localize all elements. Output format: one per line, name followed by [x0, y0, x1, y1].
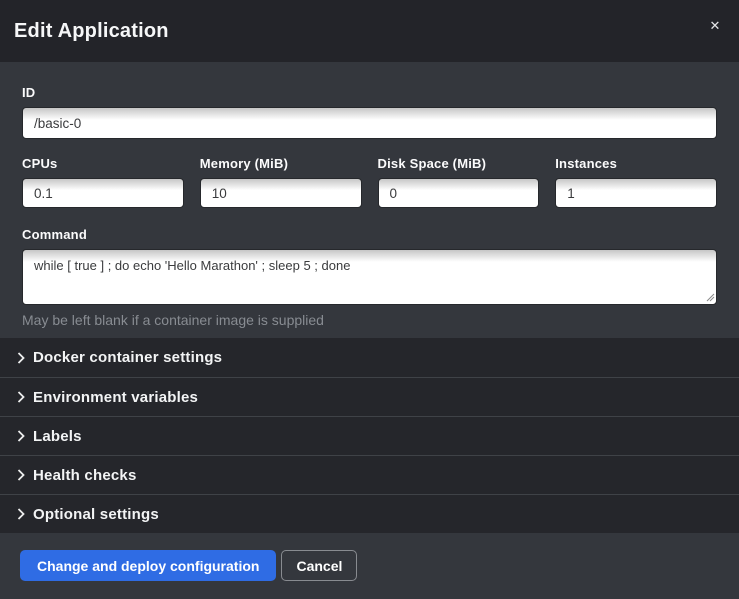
- command-textarea[interactable]: while [ true ] ; do echo 'Hello Marathon…: [22, 249, 717, 305]
- chevron-right-icon: [17, 508, 25, 520]
- id-field-group: ID: [22, 85, 717, 139]
- section-label: Health checks: [33, 467, 136, 484]
- modal-title: Edit Application: [14, 20, 169, 43]
- command-helper-text: May be left blank if a container image i…: [22, 312, 717, 328]
- section-label: Docker container settings: [33, 349, 222, 366]
- instances-field-group: Instances: [555, 156, 717, 208]
- change-and-deploy-button[interactable]: Change and deploy configuration: [20, 550, 276, 581]
- modal-header: Edit Application ✕: [0, 0, 739, 62]
- resources-row: CPUs Memory (MiB) Disk Space (MiB) Insta…: [22, 156, 717, 208]
- disk-input[interactable]: [378, 178, 540, 208]
- cancel-button[interactable]: Cancel: [281, 550, 357, 581]
- chevron-right-icon: [17, 391, 25, 403]
- id-label: ID: [22, 85, 717, 100]
- memory-field-group: Memory (MiB): [200, 156, 362, 208]
- cpus-input[interactable]: [22, 178, 184, 208]
- section-docker-container-settings[interactable]: Docker container settings: [0, 338, 739, 377]
- cpus-label: CPUs: [22, 156, 184, 171]
- modal-footer: Change and deploy configuration Cancel: [0, 533, 739, 599]
- instances-label: Instances: [555, 156, 717, 171]
- close-icon[interactable]: ✕: [704, 14, 726, 36]
- section-environment-variables[interactable]: Environment variables: [0, 377, 739, 416]
- instances-input[interactable]: [555, 178, 717, 208]
- chevron-right-icon: [17, 430, 25, 442]
- section-optional-settings[interactable]: Optional settings: [0, 494, 739, 533]
- id-input[interactable]: [22, 107, 717, 139]
- memory-label: Memory (MiB): [200, 156, 362, 171]
- collapsible-sections: Docker container settings Environment va…: [0, 338, 739, 533]
- section-label: Environment variables: [33, 389, 198, 406]
- cpus-field-group: CPUs: [22, 156, 184, 208]
- command-field-group: Command while [ true ] ; do echo 'Hello …: [22, 227, 717, 328]
- command-label: Command: [22, 227, 717, 242]
- section-label: Optional settings: [33, 506, 159, 523]
- section-health-checks[interactable]: Health checks: [0, 455, 739, 494]
- disk-field-group: Disk Space (MiB): [378, 156, 540, 208]
- disk-label: Disk Space (MiB): [378, 156, 540, 171]
- modal-body: ID CPUs Memory (MiB) Disk Space (MiB) In…: [0, 62, 739, 338]
- section-label: Labels: [33, 428, 82, 445]
- section-labels[interactable]: Labels: [0, 416, 739, 455]
- memory-input[interactable]: [200, 178, 362, 208]
- edit-application-modal: Edit Application ✕ ID CPUs Memory (MiB) …: [0, 0, 739, 599]
- chevron-right-icon: [17, 352, 25, 364]
- chevron-right-icon: [17, 469, 25, 481]
